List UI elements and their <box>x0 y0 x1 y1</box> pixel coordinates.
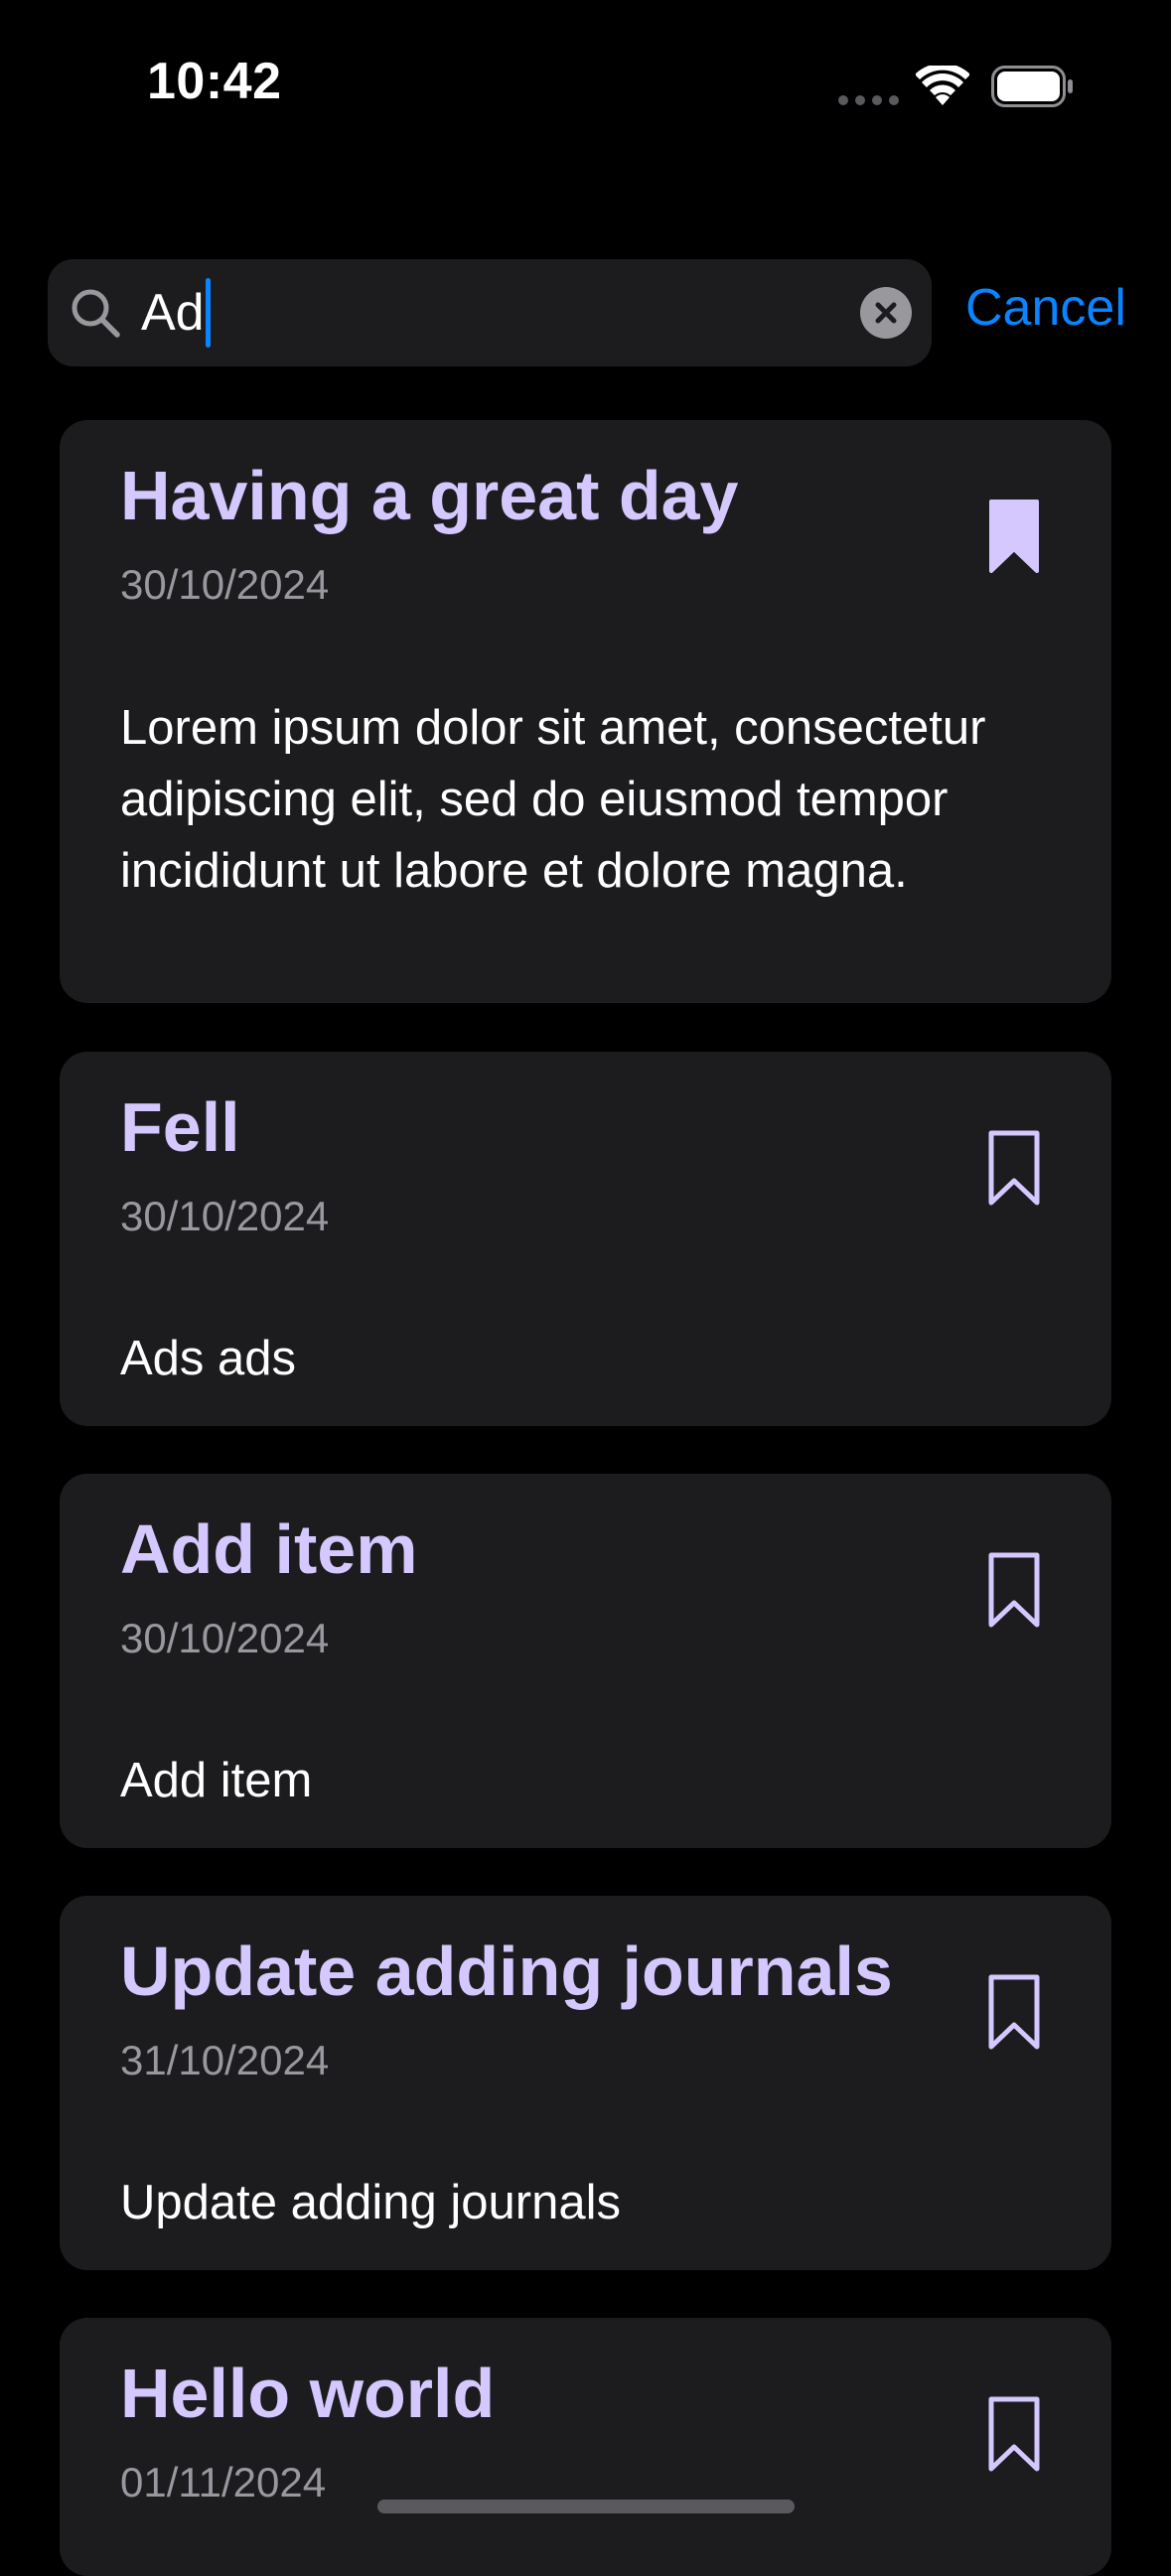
home-indicator[interactable] <box>377 2500 795 2513</box>
search-query-text: Ad <box>141 284 205 342</box>
journal-title: Hello world <box>120 2355 496 2432</box>
bookmark-icon[interactable] <box>987 1129 1041 1207</box>
bookmark-icon[interactable] <box>987 1551 1041 1629</box>
bookmark-filled-icon[interactable] <box>987 498 1041 575</box>
search-icon <box>72 289 120 338</box>
wifi-icon <box>916 66 969 105</box>
bookmark-icon[interactable] <box>987 1973 1041 2051</box>
journal-card[interactable]: Hello world 01/11/2024 <box>60 2318 1111 2576</box>
journal-date: 30/10/2024 <box>120 1193 330 1239</box>
cellular-signal-icon <box>838 95 899 105</box>
status-bar: 10:42 <box>0 0 1171 149</box>
journal-title: Update adding journals <box>120 1932 893 2010</box>
journal-card[interactable]: Fell 30/10/2024 Ads ads <box>60 1052 1111 1426</box>
journal-card[interactable]: Update adding journals 31/10/2024 Update… <box>60 1896 1111 2270</box>
journal-date: 30/10/2024 <box>120 561 330 608</box>
journal-card[interactable]: Having a great day 30/10/2024 Lorem ipsu… <box>60 420 1111 1003</box>
journal-date: 01/11/2024 <box>120 2459 327 2505</box>
bookmark-icon[interactable] <box>987 2395 1041 2473</box>
clear-search-button[interactable] <box>860 287 912 339</box>
text-caret <box>205 278 211 348</box>
cancel-button[interactable]: Cancel <box>965 278 1126 338</box>
journal-body: Ads ads <box>120 1332 297 1385</box>
battery-icon <box>991 66 1073 107</box>
close-icon <box>875 302 897 324</box>
status-time: 10:42 <box>147 53 282 110</box>
journal-title: Having a great day <box>120 457 739 534</box>
journal-date: 31/10/2024 <box>120 2037 330 2083</box>
journal-card[interactable]: Add item 30/10/2024 Add item <box>60 1474 1111 1848</box>
search-input[interactable]: Ad <box>141 259 211 366</box>
journal-date: 30/10/2024 <box>120 1615 330 1661</box>
journal-body: Add item <box>120 1754 313 1807</box>
journal-body: Lorem ipsum dolor sit amet, consectetur … <box>120 701 986 898</box>
journal-title: Fell <box>120 1088 240 1166</box>
journal-body: Update adding journals <box>120 2176 621 2229</box>
journal-title: Add item <box>120 1510 418 1588</box>
search-field[interactable]: Ad <box>48 259 932 366</box>
